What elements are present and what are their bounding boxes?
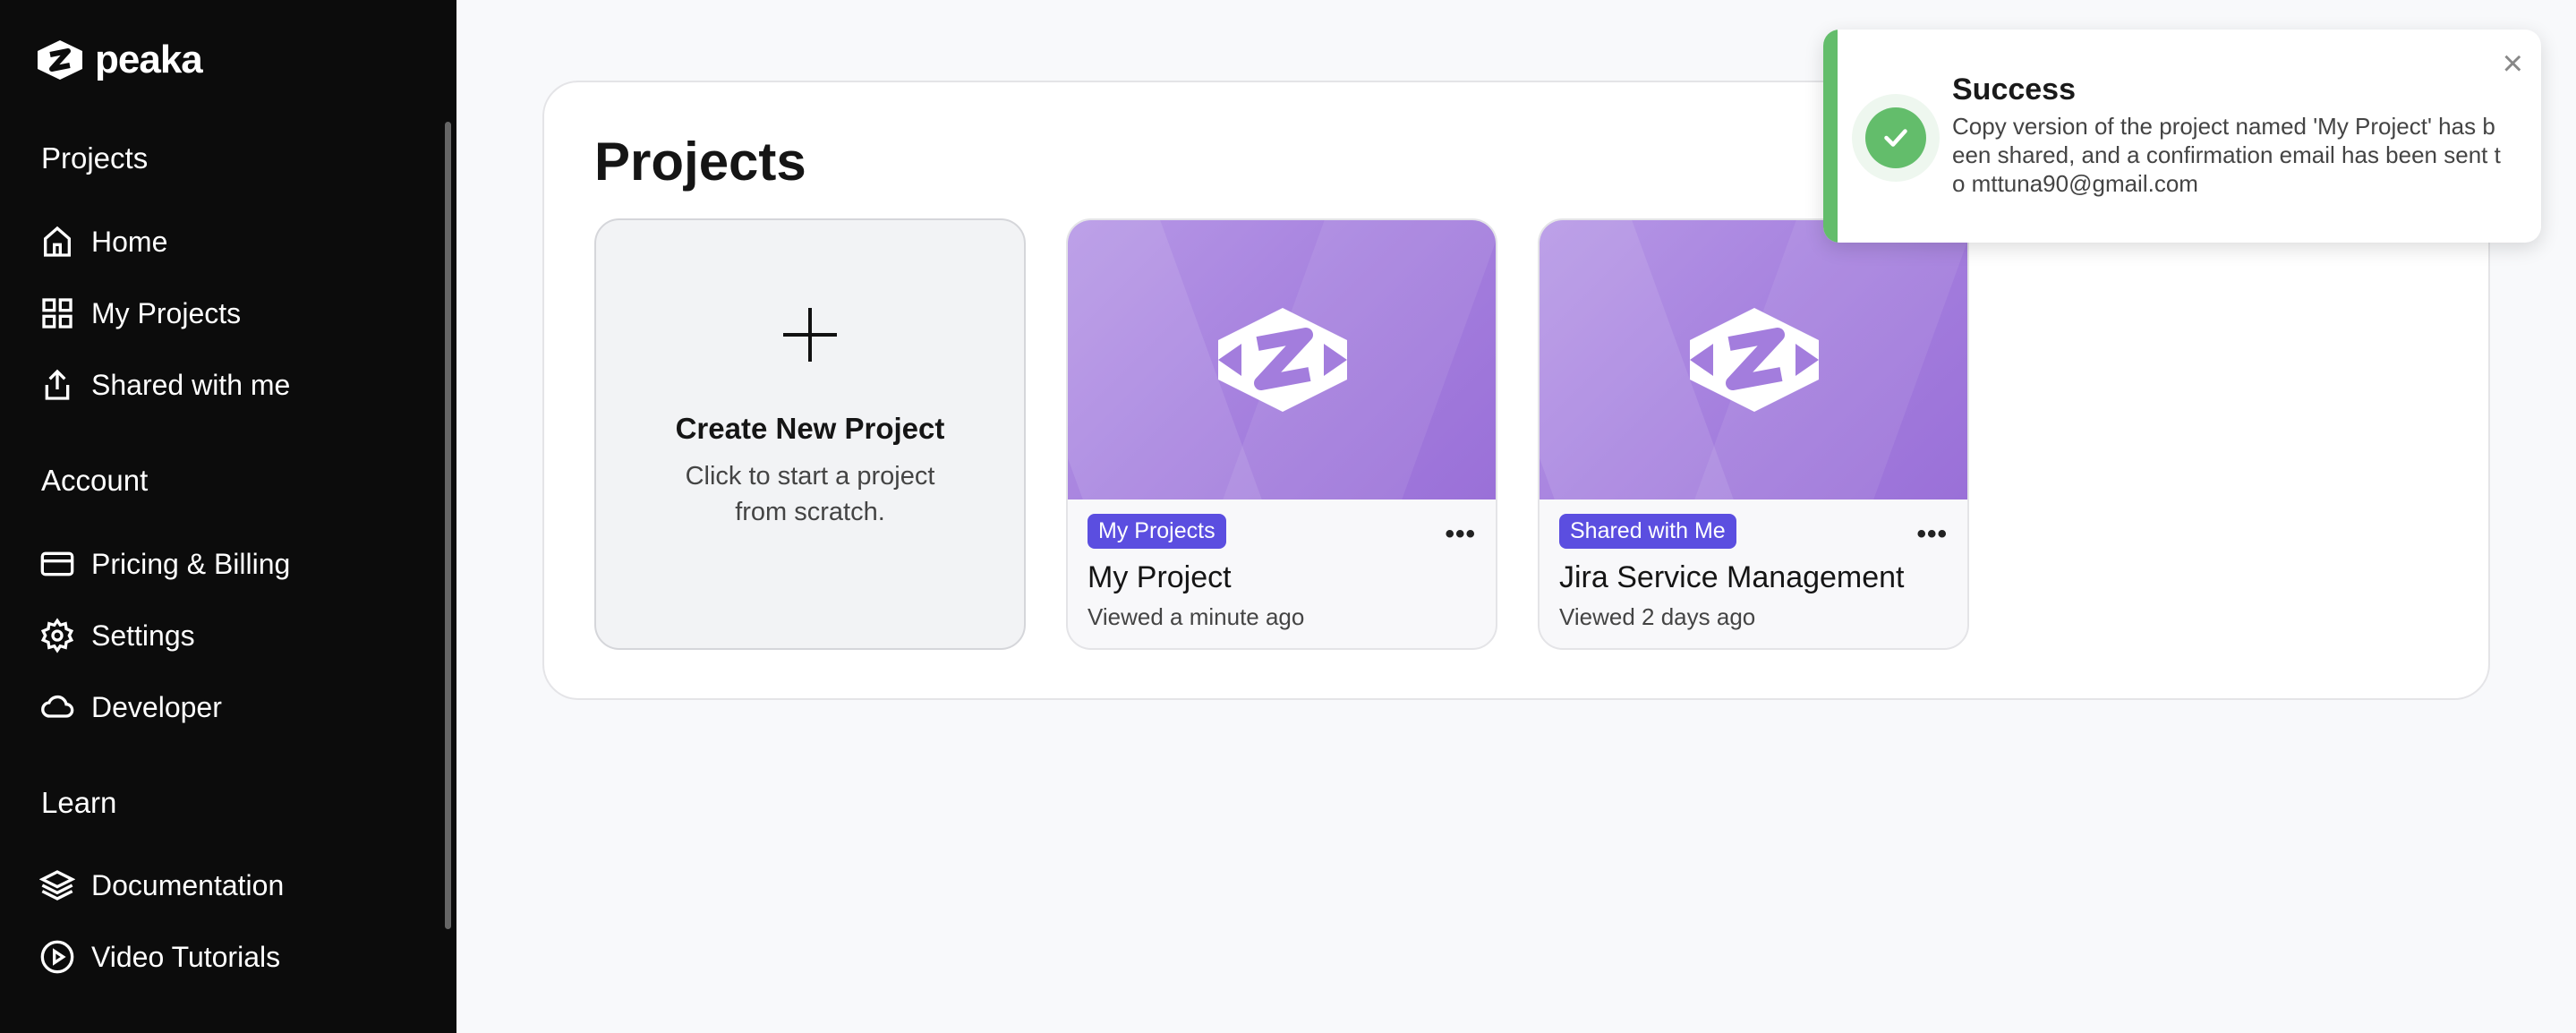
- peaka-mark-icon: [1690, 308, 1819, 412]
- sidebar-item-label: Settings: [91, 619, 195, 652]
- more-options-icon[interactable]: •••: [1445, 519, 1476, 550]
- plus-icon: [783, 308, 837, 362]
- toast-title: Success: [1952, 73, 2076, 107]
- brand-name: peaka: [95, 38, 203, 81]
- project-viewed-time: Viewed a minute ago: [1088, 603, 1305, 630]
- create-new-project-card[interactable]: Create New Project Click to start a proj…: [594, 218, 1026, 650]
- home-icon: [44, 226, 71, 257]
- sidebar-item-label: Shared with me: [91, 368, 291, 401]
- project-viewed-time: Viewed 2 days ago: [1559, 603, 1756, 630]
- sidebar-item-label: Pricing & Billing: [91, 547, 291, 580]
- peaka-logo-icon: [38, 40, 82, 80]
- sidebar-item-home[interactable]: Home: [39, 219, 167, 264]
- peaka-mark-icon: [1218, 308, 1347, 412]
- layers-icon: [39, 870, 75, 901]
- project-badge: Shared with Me: [1559, 514, 1736, 549]
- gear-icon: [40, 618, 74, 653]
- section-title-account: Account: [41, 464, 149, 497]
- sidebar-item-video-tutorials[interactable]: Video Tutorials: [39, 935, 280, 979]
- sidebar-item-documentation[interactable]: Documentation: [39, 863, 284, 908]
- sidebar-item-my-projects[interactable]: My Projects: [39, 291, 241, 336]
- section-title-learn: Learn: [41, 786, 117, 819]
- page-title: Projects: [594, 132, 806, 192]
- project-card[interactable]: My Projects ••• My Project Viewed a minu…: [1066, 218, 1497, 650]
- share-icon: [45, 369, 70, 400]
- credit-card-icon: [40, 551, 74, 576]
- project-name: My Project: [1088, 560, 1232, 594]
- project-name: Jira Service Management: [1559, 560, 1905, 594]
- close-icon[interactable]: ×: [2503, 46, 2523, 81]
- check-circle-icon: [1865, 107, 1926, 168]
- sidebar-scrollbar[interactable]: [445, 122, 451, 929]
- create-new-project-description: Click to start a project from scratch.: [685, 462, 935, 526]
- create-new-project-title: Create New Project: [675, 412, 945, 445]
- project-thumbnail: [1540, 220, 1967, 499]
- grid-icon: [42, 298, 73, 329]
- section-title-projects: Projects: [41, 141, 149, 175]
- project-badge: My Projects: [1088, 514, 1226, 549]
- sidebar-item-pricing-billing[interactable]: Pricing & Billing: [39, 542, 290, 586]
- sidebar-item-developer[interactable]: Developer: [39, 685, 222, 730]
- toast-message: Copy version of the project named 'My Pr…: [1952, 113, 2501, 197]
- success-toast: Success Copy version of the project name…: [1823, 30, 2541, 243]
- sidebar-item-label: Developer: [91, 690, 222, 723]
- sidebar-item-label: Video Tutorials: [91, 940, 281, 973]
- project-card[interactable]: Shared with Me ••• Jira Service Manageme…: [1538, 218, 1969, 650]
- cloud-icon: [41, 695, 74, 718]
- play-circle-icon: [40, 940, 74, 974]
- more-options-icon[interactable]: •••: [1916, 519, 1948, 550]
- peaka-logo[interactable]: peaka: [32, 38, 203, 82]
- sidebar-item-label: Home: [91, 225, 168, 258]
- toast-accent-bar: [1823, 30, 1838, 243]
- project-thumbnail: [1068, 220, 1496, 499]
- sidebar-item-shared-with-me[interactable]: Shared with me: [39, 363, 290, 407]
- sidebar-item-settings[interactable]: Settings: [39, 613, 195, 658]
- sidebar-item-label: Documentation: [91, 868, 285, 901]
- sidebar-item-label: My Projects: [91, 296, 242, 329]
- sidebar: peaka Projects Home My Projects Shared w…: [0, 0, 456, 1033]
